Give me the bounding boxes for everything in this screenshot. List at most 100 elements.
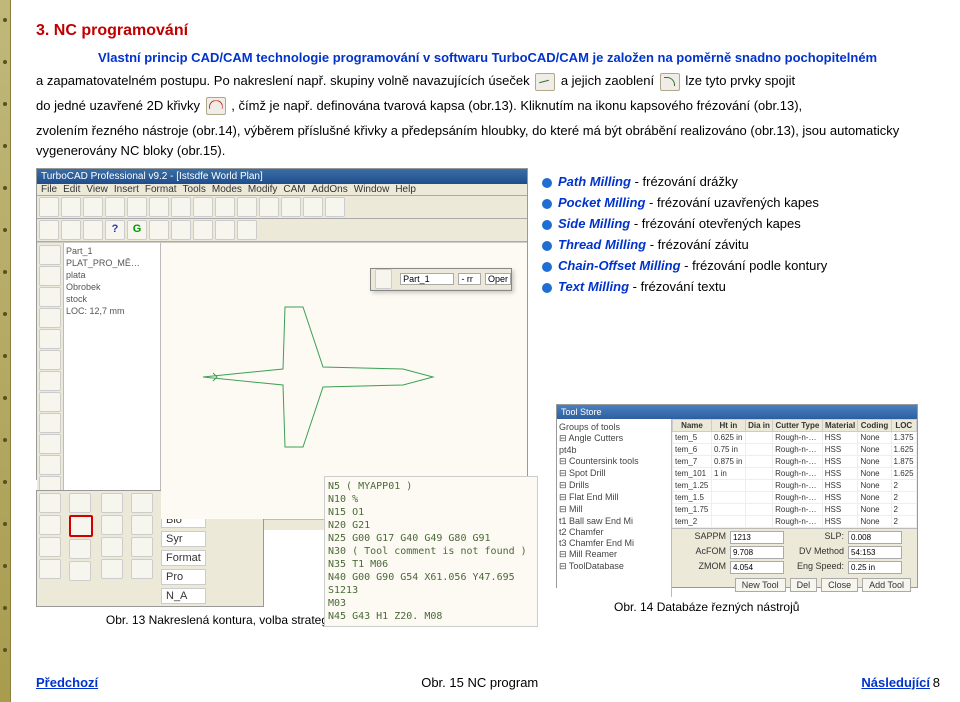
bottom-toolbar-col-3 [101, 493, 123, 604]
tree-item[interactable]: ⊟ ToolDatabase [559, 560, 669, 572]
col-header: Ht in [711, 420, 745, 432]
zmom-input[interactable] [730, 561, 784, 574]
dialog-button[interactable]: Del [790, 578, 818, 592]
tree-item[interactable]: t3 Chamfer End Mi [559, 537, 669, 548]
line-segment-icon [535, 73, 555, 91]
explorer-item[interactable]: stock [66, 293, 158, 305]
table-row[interactable]: tem_2Rough-n-…HSSNone2 [673, 516, 917, 528]
col-header: Name [673, 420, 712, 432]
engspeed-input[interactable] [848, 561, 902, 574]
tree-item[interactable]: t2 Chamfer [559, 526, 669, 537]
table-row[interactable]: tem_1011 inRough-n-…HSSNone1.625 [673, 468, 917, 480]
table-row[interactable]: tem_1.5Rough-n-…HSSNone2 [673, 492, 917, 504]
menu-item[interactable]: Help [395, 184, 416, 195]
tree-item[interactable]: ⊟ Mill Reamer [559, 548, 669, 560]
next-link[interactable]: Následující [861, 675, 930, 690]
menu-item[interactable]: Format [145, 184, 177, 195]
tool-tree[interactable]: Groups of tools⊟ Angle Cutters pt4b⊟ Cou… [557, 419, 672, 597]
menu-item[interactable]: Tools [183, 184, 206, 195]
closed-curve-icon [206, 97, 226, 115]
tree-item[interactable]: ⊟ Mill [559, 503, 669, 515]
nc-line: N40 G00 G90 G54 X61.056 Y47.695 S1213 [328, 571, 534, 597]
explorer-item[interactable]: Part_1 [66, 245, 158, 257]
part-dropdown[interactable]: Part_1 [400, 273, 454, 285]
bullet-icon [542, 178, 552, 188]
titlebar: TurboCAD Professional v9.2 - [Istsdfe Wo… [37, 169, 527, 184]
bullet-item: Pocket Milling - frézování uzavřených ka… [542, 195, 882, 210]
nc-line: N15 O1 [328, 506, 534, 519]
dialog-button[interactable]: New Tool [735, 578, 786, 592]
dvmethod-input[interactable] [848, 546, 902, 559]
menu-item[interactable]: CAM [283, 184, 305, 195]
path-milling-icon[interactable] [375, 269, 392, 289]
bullet-icon [542, 220, 552, 230]
tree-item[interactable]: ⊟ Drills [559, 479, 669, 491]
table-row[interactable]: tem_60.75 inRough-n-…HSSNone1.625 [673, 444, 917, 456]
sappm-input[interactable] [730, 531, 784, 544]
tool-store-title: Tool Store [557, 405, 917, 419]
tree-item[interactable]: ⊟ Spot Drill [559, 467, 669, 479]
menu-item[interactable]: Modes [212, 184, 242, 195]
nc-line: N5 ( MYAPP01 ) [328, 480, 534, 493]
slp-input[interactable] [848, 531, 902, 544]
menu-item[interactable]: File [41, 184, 57, 195]
bullet-item: Path Milling - frézování drážky [542, 174, 882, 189]
menu-item[interactable]: Window [354, 184, 390, 195]
explorer-item[interactable]: LOC: 12,7 mm [66, 305, 158, 317]
level-label: Pro [161, 569, 206, 585]
tree-item[interactable]: pt4b [559, 444, 669, 455]
fillet-icon [660, 73, 680, 91]
dialog-button[interactable]: Add Tool [862, 578, 911, 592]
bullet-item: Thread Milling - frézování závitu [542, 237, 882, 252]
bottom-toolbar-col-1 [39, 493, 61, 604]
page-number: 8 [933, 675, 940, 690]
explorer-item[interactable]: plata [66, 269, 158, 281]
nc-line: N10 % [328, 493, 534, 506]
bottom-toolbar-col-4 [131, 493, 153, 604]
tree-item[interactable]: t1 Ball saw End Mi [559, 515, 669, 526]
tree-item[interactable]: Groups of tools [559, 421, 669, 432]
paragraph-1: a zapamatovatelném postupu. Po nakreslen… [36, 71, 930, 92]
tree-item[interactable]: ⊟ Angle Cutters [559, 432, 669, 444]
dialog-button[interactable]: Close [821, 578, 858, 592]
bullet-icon [542, 241, 552, 251]
menu-item[interactable]: Modify [248, 184, 277, 195]
previous-link[interactable]: Předchozí [36, 675, 98, 690]
nc-line: N25 G00 G17 G40 G49 G80 G91 [328, 532, 534, 545]
paragraph-3: zvolením řezného nástroje (obr.14), výbě… [36, 121, 930, 163]
tree-item[interactable]: ⊟ Flat End Mill [559, 491, 669, 503]
level-label: N_A [161, 588, 206, 604]
table-row[interactable]: tem_1.25Rough-n-…HSSNone2 [673, 480, 917, 492]
explorer-panel: Part_1PLAT_PRO_MĚ…plataObrobekstockLOC: … [64, 243, 161, 519]
tool-grid[interactable]: NameHt inDia inCutter TypeMaterialCoding… [672, 419, 917, 528]
para1-b: a jejich zaoblení [561, 73, 654, 88]
para1-a: a zapamatovatelném postupu. Po nakreslen… [36, 73, 530, 88]
menu-item[interactable]: Insert [114, 184, 139, 195]
level-label: Format [161, 550, 206, 566]
tool-store-dialog: Tool Store Groups of tools⊟ Angle Cutter… [556, 404, 918, 588]
pocket-milling-button[interactable] [69, 515, 93, 537]
menu-item[interactable]: AddOns [312, 184, 348, 195]
table-row[interactable]: tem_50.625 inRough-n-…HSSNone1.375 [673, 432, 917, 444]
acfom-input[interactable] [730, 546, 784, 559]
turbocad-screenshot: TurboCAD Professional v9.2 - [Istsdfe Wo… [36, 168, 528, 480]
explorer-item[interactable]: Obrobek [66, 281, 158, 293]
bottom-toolbar-col-2 [69, 493, 93, 604]
tree-item[interactable]: ⊟ Countersink tools [559, 455, 669, 467]
menubar: File Edit View Insert Format Tools Modes Modify… [37, 184, 527, 196]
nc-line: N45 G43 H1 Z20. M08 [328, 610, 534, 623]
menu-item[interactable]: Edit [63, 184, 80, 195]
explorer-item[interactable]: PLAT_PRO_MĚ… [66, 257, 158, 269]
col-header: Material [822, 420, 858, 432]
bullet-item: Side Milling - frézování otevřených kape… [542, 216, 882, 231]
bullet-item: Text Milling - frézování textu [542, 279, 882, 294]
oper-field[interactable]: Oper [485, 273, 511, 285]
table-row[interactable]: tem_70.875 inRough-n-…HSSNone1.875 [673, 456, 917, 468]
menu-item[interactable]: View [86, 184, 108, 195]
para2-a: do jedné uzavřené 2D křivky [36, 98, 200, 113]
table-row[interactable]: tem_1.75Rough-n-…HSSNone2 [673, 504, 917, 516]
nc-code-listing: N5 ( MYAPP01 )N10 %N15 O1N20 G21N25 G00 … [324, 476, 538, 627]
airplane-contour [173, 277, 473, 479]
tool-params-panel: SAPPM AcFOM ZMOM SLP: DV Method Eng Spee… [672, 528, 917, 597]
rr-field[interactable]: - rr [458, 273, 481, 285]
